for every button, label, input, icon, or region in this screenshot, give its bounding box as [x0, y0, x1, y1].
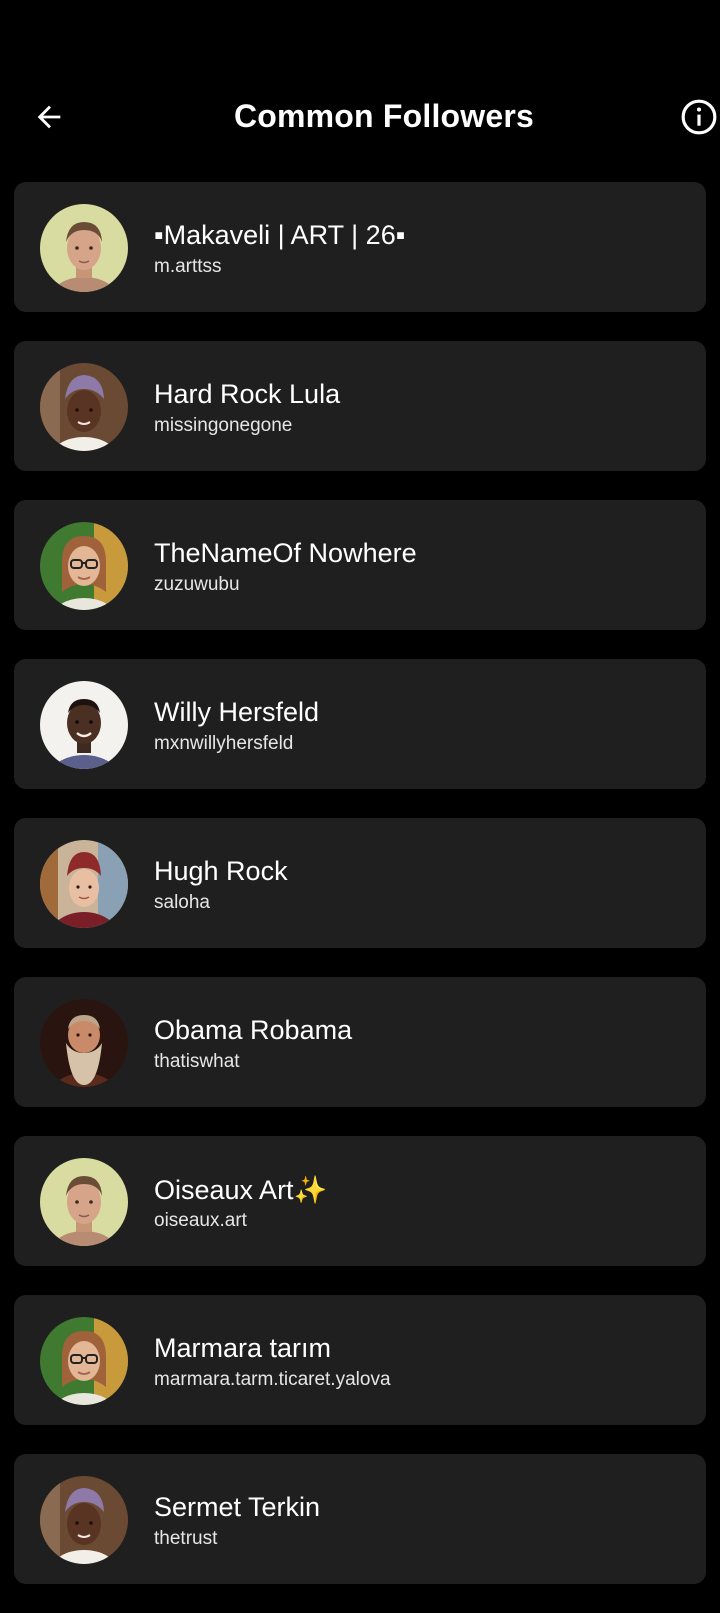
app-bar: Common Followers [0, 80, 720, 160]
display-name: Sermet Terkin [154, 1492, 321, 1522]
username: marmara.tarm.ticaret.yalova [154, 1369, 391, 1390]
avatar [40, 840, 128, 928]
avatar [40, 1476, 128, 1564]
avatar [40, 999, 128, 1087]
list-item[interactable]: Willy Hersfeld mxnwillyhersfeld [14, 659, 706, 789]
username: mxnwillyhersfeld [154, 733, 294, 754]
display-name: Hard Rock Lula [154, 379, 341, 409]
list-item[interactable]: TheNameOf Nowhere zuzuwubu [14, 500, 706, 630]
username: missingonegone [154, 415, 293, 436]
list-item[interactable]: Hugh Rock saloha [14, 818, 706, 948]
username: thetrust [154, 1528, 218, 1549]
display-name: Hugh Rock [154, 856, 288, 886]
username: oiseaux.art [154, 1210, 247, 1231]
info-circle-icon [681, 99, 717, 135]
username: zuzuwubu [154, 574, 240, 595]
display-name: Obama Robama [154, 1015, 353, 1045]
list-item[interactable]: Obama Robama thatiswhat [14, 977, 706, 1107]
followers-list: ▪Makaveli | ART | 26▪ m.arttss Hard Rock… [14, 182, 706, 1613]
username: saloha [154, 892, 210, 913]
username: m.arttss [154, 256, 222, 277]
display-name: Willy Hersfeld [154, 697, 320, 727]
display-name: Oiseaux Art✨ [154, 1175, 328, 1205]
back-button[interactable] [26, 94, 72, 140]
info-button[interactable] [676, 94, 720, 140]
list-item[interactable]: Oiseaux Art✨ oiseaux.art [14, 1136, 706, 1266]
avatar [40, 681, 128, 769]
avatar [40, 1317, 128, 1405]
avatar [40, 522, 128, 610]
display-name: ▪Makaveli | ART | 26▪ [154, 220, 406, 250]
display-name: TheNameOf Nowhere [154, 538, 417, 568]
avatar [40, 363, 128, 451]
avatar [40, 204, 128, 292]
username: thatiswhat [154, 1051, 240, 1072]
page-title: Common Followers [233, 98, 535, 134]
list-item[interactable]: Hard Rock Lula missingonegone [14, 341, 706, 471]
display-name: Marmara tarım [154, 1333, 332, 1363]
avatar [40, 1158, 128, 1246]
list-item[interactable]: Marmara tarım marmara.tarm.ticaret.yalov… [14, 1295, 706, 1425]
list-item[interactable]: ▪Makaveli | ART | 26▪ m.arttss [14, 182, 706, 312]
arrow-left-icon [37, 105, 61, 129]
list-item[interactable]: Sermet Terkin thetrust [14, 1454, 706, 1584]
